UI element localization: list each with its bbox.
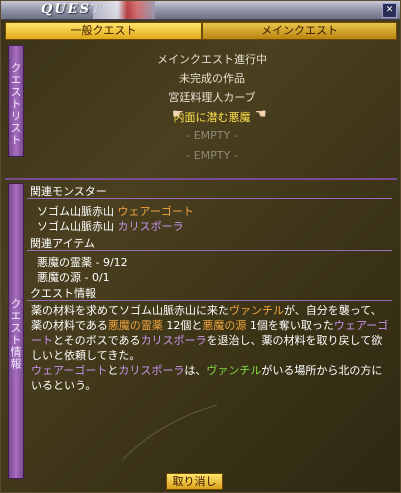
sidebar-quest-list-label: クエストリスト [8, 45, 24, 157]
selected-quest-label: 内面に潜む悪魔 [173, 111, 251, 124]
quest-list-heading: メインクエスト進行中 [157, 53, 267, 66]
desc-text: と [107, 364, 119, 377]
item-name: 悪魔の源 [202, 319, 247, 332]
npc-name: ヴァンチル [229, 304, 284, 317]
monster-location: ソゴム山脈赤山 [37, 220, 114, 233]
quest-description: 薬の材料を求めてソゴム山脈赤山に来たヴァンチルが、自分を襲って、薬の材料である悪… [31, 303, 391, 393]
desc-text: は、 [184, 364, 207, 377]
pointing-hand-right-icon: ☛ [172, 107, 184, 122]
item-name: 悪魔の源 [37, 271, 81, 284]
related-monsters-header: 関連モンスター [27, 184, 392, 199]
sidebar-quest-info-label: クエスト情報 [8, 183, 24, 479]
monster-name: カリスポーラ [118, 364, 185, 377]
quest-item-unfinished-work[interactable]: 未完成の作品 [27, 70, 397, 86]
quest-item-selected[interactable]: ☛ 内面に潜む悪魔 ☚ [27, 107, 397, 125]
item-row: 悪魔の霊薬 - 9/12 [37, 254, 128, 270]
tab-general-quest[interactable]: 一般クエスト [5, 22, 202, 40]
desc-text: 1個を奪い取った [246, 319, 334, 332]
quest-window: QUEST ✕ 一般クエスト メインクエスト クエストリスト メインクエスト進行… [0, 0, 401, 493]
monster-location: ソゴム山脈赤山 [37, 205, 114, 218]
desc-text: 12個と [162, 319, 203, 332]
quest-item-court-chef[interactable]: 宮廷料理人カーブ [27, 89, 397, 105]
background-scratch [122, 404, 218, 460]
monster-name: カリスポーラ [117, 220, 184, 233]
close-button[interactable]: ✕ [382, 3, 397, 18]
cancel-button[interactable]: 取り消し [166, 473, 223, 490]
title-bar[interactable]: QUEST ✕ [1, 1, 400, 20]
monster-name: ウェアーゴート [117, 205, 194, 218]
desc-text: が、自分を襲って [284, 304, 371, 317]
pointing-hand-left-icon: ☚ [255, 107, 267, 122]
item-count: - 0/1 [84, 271, 110, 284]
monster-row: ソゴム山脈赤山 カリスポーラ [37, 218, 184, 234]
item-name: 悪魔の霊薬 [107, 319, 163, 332]
quest-tabs: 一般クエスト メインクエスト [5, 22, 397, 40]
tab-main-quest[interactable]: メインクエスト [202, 22, 397, 40]
monster-name: ウェアーゴート [31, 364, 108, 377]
title-ornament [93, 1, 155, 19]
desc-text: とそのボスである [53, 334, 141, 347]
related-items-header: 関連アイテム [27, 236, 392, 251]
quest-list: メインクエスト進行中 未完成の作品 宮廷料理人カーブ ☛ 内面に潜む悪魔 ☚ -… [27, 45, 397, 180]
desc-text: 薬の材料を求めてソゴム山脈赤山に来た [31, 304, 229, 317]
quest-slot-empty: - EMPTY - [186, 129, 238, 142]
monster-name: カリスポーラ [140, 334, 207, 347]
item-name: 悪魔の霊薬 [37, 256, 92, 269]
section-divider [5, 178, 397, 180]
monster-row: ソゴム山脈赤山 ウェアーゴート [37, 203, 194, 219]
npc-name: ヴァンチル [206, 364, 262, 377]
quest-info-header: クエスト情報 [27, 286, 392, 301]
close-icon: ✕ [385, 5, 394, 15]
item-count: - 9/12 [95, 256, 128, 269]
quest-slot-empty: - EMPTY - [186, 149, 238, 162]
item-row: 悪魔の源 - 0/1 [37, 269, 110, 285]
